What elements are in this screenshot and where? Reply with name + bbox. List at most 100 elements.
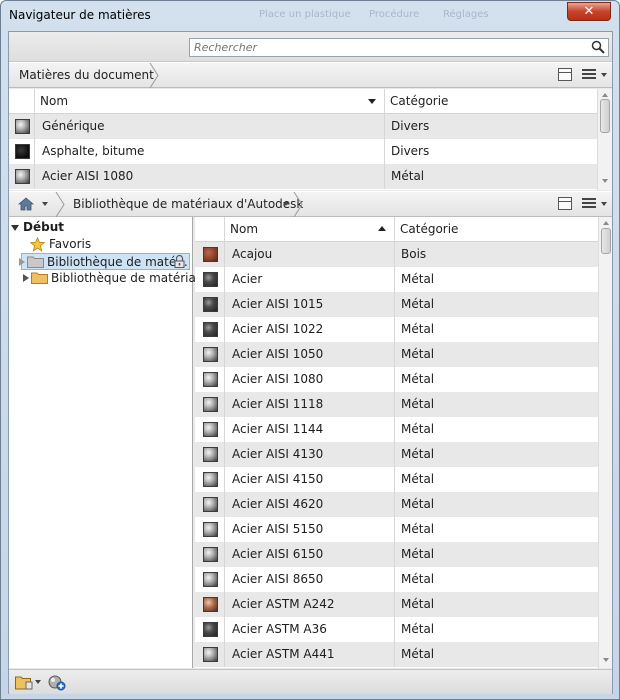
table-header: Nom Catégorie — [9, 89, 597, 114]
close-button[interactable]: ✕ — [567, 2, 611, 21]
panel-view-icon[interactable] — [558, 68, 572, 81]
swatch-cell — [9, 114, 35, 139]
background-tab-ghost: Procédure — [369, 9, 420, 20]
table-row[interactable]: Acier AISI 4620 Métal — [195, 492, 598, 517]
scroll-up-arrow-icon[interactable] — [602, 93, 608, 97]
table-row[interactable]: Acier AISI 1144 Métal — [195, 417, 598, 442]
collapsed-triangle-icon[interactable] — [23, 274, 29, 282]
material-category: Divers — [391, 144, 430, 158]
material-category: Métal — [401, 422, 435, 436]
table-row[interactable]: Acier AISI 8650 Métal — [195, 567, 598, 592]
material-swatch-icon — [203, 347, 218, 362]
table-row[interactable]: Générique Divers — [9, 114, 597, 139]
table-row[interactable]: Acier ASTM A441 Métal — [195, 642, 598, 667]
title-bar[interactable]: Navigateur de matières Place un plastiqu… — [1, 1, 619, 31]
material-name: Acier ASTM A36 — [225, 617, 395, 642]
table-row[interactable]: Acier AISI 5150 Métal — [195, 517, 598, 542]
scroll-thumb[interactable] — [601, 228, 611, 254]
scroll-thumb[interactable] — [600, 99, 610, 133]
material-category: Métal — [401, 597, 435, 611]
material-name: Acier AISI 1080 — [225, 367, 395, 392]
material-name: Acier AISI 1118 — [225, 392, 395, 417]
expanded-triangle-icon[interactable] — [11, 225, 19, 231]
library-scrollbar[interactable] — [598, 217, 612, 668]
tree-root[interactable]: Début — [11, 219, 191, 236]
table-row[interactable]: Acier AISI 4130 Métal — [195, 442, 598, 467]
material-swatch-icon — [203, 522, 218, 537]
create-material-icon[interactable] — [48, 674, 66, 691]
material-category: Métal — [401, 272, 435, 286]
scroll-down-arrow-icon[interactable] — [602, 179, 608, 183]
material-name: Asphalte, bitume — [35, 139, 385, 164]
tree-item-library-locked[interactable]: Bibliothèque de maté... — [19, 253, 190, 270]
table-row[interactable]: Acier AISI 1015 Métal — [195, 292, 598, 317]
table-row[interactable]: Acier AISI 1022 Métal — [195, 317, 598, 342]
header-swatch-column — [9, 89, 35, 114]
search-input[interactable] — [194, 40, 584, 55]
material-name: Générique — [35, 114, 385, 139]
table-row[interactable]: Acier AISI 4150 Métal — [195, 467, 598, 492]
material-name: Acier AISI 4130 — [225, 442, 395, 467]
table-row[interactable]: Asphalte, bitume Divers — [9, 139, 597, 164]
swatch-cell — [195, 517, 225, 542]
background-tab-ghost: Place un plastique — [259, 9, 351, 20]
column-header-category[interactable]: Catégorie — [395, 217, 598, 242]
swatch-cell — [195, 542, 225, 567]
swatch-cell — [195, 242, 225, 267]
table-row[interactable]: Acajou Bois — [195, 242, 598, 267]
material-category: Métal — [401, 297, 435, 311]
material-name: Acier ASTM A242 — [225, 592, 395, 617]
collapsed-triangle-icon[interactable] — [19, 258, 25, 266]
swatch-cell — [195, 642, 225, 667]
swatch-cell — [195, 367, 225, 392]
column-header-name[interactable]: Nom — [225, 217, 395, 242]
table-row[interactable]: Acier AISI 1080 Métal — [9, 164, 597, 189]
panel-view-icon[interactable] — [558, 197, 572, 210]
table-row[interactable]: Acier AISI 1118 Métal — [195, 392, 598, 417]
material-swatch-icon — [203, 272, 218, 287]
window-title: Navigateur de matières — [9, 8, 151, 22]
tree-item-library-custom[interactable]: Bibliothèque de matériau... — [21, 270, 215, 287]
table-row[interactable]: Acier AISI 6150 Métal — [195, 542, 598, 567]
manage-library-icon[interactable] — [15, 675, 35, 690]
swatch-cell — [9, 139, 35, 164]
library-dropdown-arrow-icon[interactable] — [283, 202, 289, 206]
table-row[interactable]: Acier Métal — [195, 267, 598, 292]
folder-icon — [31, 272, 48, 284]
view-dropdown-arrow-icon[interactable] — [601, 73, 607, 77]
material-swatch-icon — [203, 647, 218, 662]
table-row[interactable]: Acier AISI 1050 Métal — [195, 342, 598, 367]
list-view-icon[interactable] — [582, 197, 596, 210]
table-row[interactable]: Acier ASTM A36 Métal — [195, 617, 598, 642]
material-swatch-icon — [203, 297, 218, 312]
table-row[interactable]: Acier AISI 1080 Métal — [195, 367, 598, 392]
material-swatch-icon — [203, 447, 218, 462]
scroll-up-arrow-icon[interactable] — [603, 221, 609, 225]
breadcrumb-autodesk-library[interactable]: Bibliothèque de matériaux d'Autodesk — [63, 192, 315, 217]
column-header-category[interactable]: Catégorie — [385, 89, 597, 114]
home-icon[interactable] — [18, 197, 34, 211]
breadcrumb-chevron-icon — [149, 63, 159, 88]
column-header-name[interactable]: Nom — [35, 89, 385, 114]
breadcrumb-document-materials[interactable]: Matières du document — [9, 63, 166, 88]
manage-dropdown-arrow-icon[interactable] — [35, 680, 41, 684]
scroll-down-arrow-icon[interactable] — [603, 658, 609, 662]
material-category: Métal — [401, 372, 435, 386]
library-breadcrumb-bar: Bibliothèque de matériaux d'Autodesk — [9, 191, 612, 217]
material-swatch-icon — [15, 169, 30, 184]
tree-item-favorites[interactable]: Favoris — [11, 236, 191, 253]
search-box[interactable] — [189, 38, 609, 57]
library-materials-table: Nom Catégorie Acajou Bois Acier Métal Acier … — [195, 217, 612, 668]
sort-ascending-icon — [378, 226, 386, 231]
swatch-cell — [195, 317, 225, 342]
search-bar — [9, 32, 612, 62]
search-icon[interactable] — [591, 40, 605, 54]
material-category: Métal — [391, 169, 425, 183]
material-swatch-icon — [203, 372, 218, 387]
view-dropdown-arrow-icon[interactable] — [601, 202, 607, 206]
list-view-icon[interactable] — [582, 68, 596, 81]
table-row[interactable]: Acier ASTM A242 Métal — [195, 592, 598, 617]
material-swatch-icon — [15, 144, 30, 159]
home-dropdown-arrow-icon[interactable] — [42, 202, 48, 206]
document-scrollbar[interactable] — [597, 89, 612, 190]
